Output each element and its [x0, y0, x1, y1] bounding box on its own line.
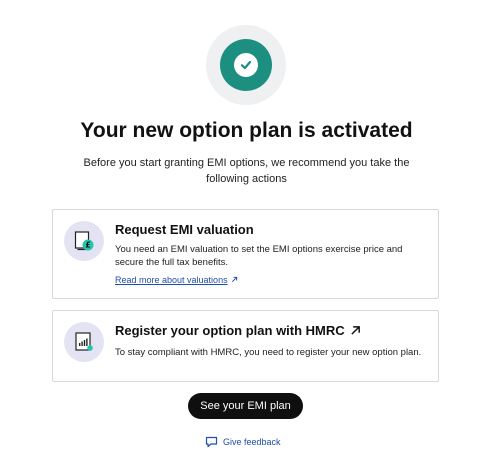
- action-title-valuation: Request EMI valuation: [115, 222, 254, 237]
- arrow-up-right-icon: [350, 326, 360, 335]
- action-card-register-hmrc[interactable]: Register your option plan with HMRC To s…: [52, 310, 439, 382]
- read-more-link-label: Read more about valuations: [115, 275, 228, 285]
- action-description-register: To stay compliant with HMRC, you need to…: [115, 347, 422, 358]
- external-link-icon: [231, 276, 237, 283]
- give-feedback-label: Give feedback: [223, 437, 281, 447]
- feedback-icon: [205, 436, 218, 448]
- success-badge: [206, 25, 286, 105]
- check-circle-icon: [234, 53, 258, 77]
- register-document-icon: [64, 322, 104, 362]
- valuation-document-icon: £: [64, 221, 104, 261]
- read-more-valuations-link[interactable]: Read more about valuations: [115, 275, 238, 285]
- action-card-valuation: £ Request EMI valuation You need an EMI …: [52, 209, 439, 299]
- see-emi-plan-button[interactable]: See your EMI plan: [188, 393, 303, 419]
- action-description-valuation: You need an EMI valuation to set the EMI…: [115, 244, 403, 268]
- give-feedback-link[interactable]: Give feedback: [205, 436, 281, 448]
- action-title-register-text: Register your option plan with HMRC: [115, 323, 345, 338]
- success-badge-inner: [220, 39, 272, 91]
- action-title-register: Register your option plan with HMRC: [115, 323, 361, 338]
- svg-text:£: £: [85, 241, 90, 250]
- page-subtitle: Before you start granting EMI options, w…: [83, 157, 410, 185]
- page-title: Your new option plan is activated: [80, 119, 413, 142]
